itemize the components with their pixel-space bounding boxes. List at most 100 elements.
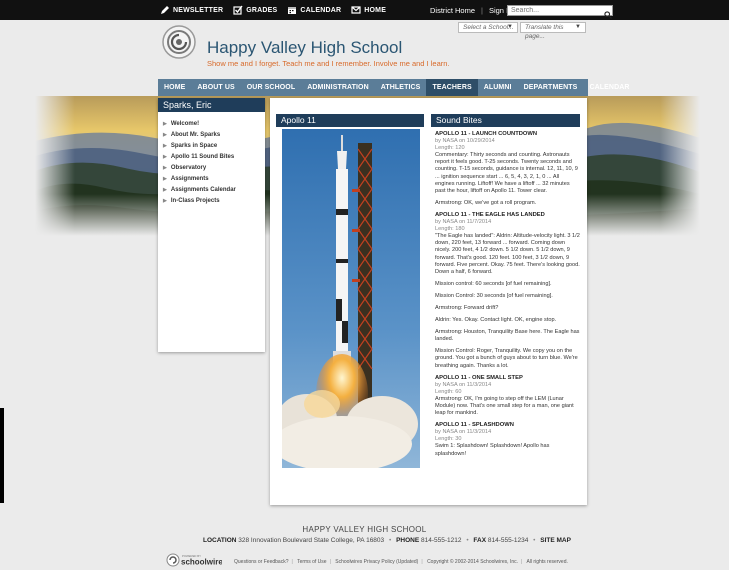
clip-meta: by NASA on 11/3/2014 [435,381,492,388]
grades-link[interactable]: GRADES [233,5,277,15]
divider: • [466,537,469,544]
nav-home[interactable]: HOME [158,79,191,96]
translate-selector-value: Translate this page... [525,24,564,40]
clip-title[interactable]: APOLLO 11 - LAUNCH COUNTDOWN [435,131,580,138]
school-name[interactable]: Happy Valley High School [207,38,402,58]
home-icon [351,5,361,15]
school-logo[interactable] [162,25,196,59]
fax-value: 814-555-1234 [487,537,529,544]
phone-value: 814-555-1212 [421,537,462,544]
clip-title[interactable]: APOLLO 11 - ONE SMALL STEP [435,375,580,382]
school-selector-value: Select a School... [463,24,514,31]
nav-administration[interactable]: ADMINISTRATION [301,79,375,96]
clip-length: Length: 30 [435,436,462,443]
chevron-right-icon: ▶ [163,131,167,138]
calendar-link[interactable]: CALENDAR [287,5,341,15]
clip-text: Armstrong: Forward drift? [435,304,499,311]
clip-title[interactable]: APOLLO 11 - THE EAGLE HAS LANDED [435,212,580,219]
divider: • [533,537,536,544]
site-map-link[interactable]: SITE MAP [540,537,571,544]
sidebar-item-sparks-in-space[interactable]: ▶ Sparks in Space [158,140,265,151]
nav-calendar[interactable]: CALENDAR [583,79,635,96]
search-input[interactable] [507,5,613,16]
sound-bites-list: APOLLO 11 - LAUNCH COUNTDOWN by NASA on … [435,131,580,463]
chevron-right-icon: ▶ [163,197,167,204]
clip-title[interactable]: APOLLO 11 - SPLASHDOWN [435,422,580,429]
clip-meta: by NASA on 11/7/2014 [435,219,492,226]
sidebar-item-assignments-calendar[interactable]: ▶ Assignments Calendar [158,184,265,195]
clip-text: Aldrin: Yes. Okay. Contact light. OK, en… [435,317,557,324]
chevron-right-icon: ▶ [163,153,167,160]
chevron-right-icon: ▶ [163,142,167,149]
phone-label: PHONE [396,537,420,544]
sidebar-item-observatory[interactable]: ▶ Observatory [158,162,265,173]
clip-launch-countdown: APOLLO 11 - LAUNCH COUNTDOWN by NASA on … [435,131,580,207]
nav-teachers[interactable]: TEACHERS [426,79,478,96]
newsletter-link[interactable]: NEWSLETTER [160,5,223,15]
divider: | [481,5,483,15]
main-navigation: HOME ABOUT US OUR SCHOOL ADMINISTRATION … [158,79,629,96]
sidebar-item-label: Assignments Calendar [170,186,236,193]
chevron-right-icon: ▶ [163,164,167,171]
clip-meta: by NASA on 11/3/2014 [435,429,492,436]
sound-bites-title: Sound Bites [431,114,580,127]
nav-alumni[interactable]: ALUMNI [478,79,518,96]
district-home-link[interactable]: District Home [430,6,475,15]
pencil-icon [160,5,170,15]
fax-label: FAX [473,537,487,544]
nav-departments[interactable]: DEPARTMENTS [518,79,584,96]
clip-eagle-landed: APOLLO 11 - THE EAGLE HAS LANDED by NASA… [435,212,580,370]
apollo-rocket-photo [282,129,420,468]
nav-about-us[interactable]: ABOUT US [191,79,240,96]
top-utility-bar: NEWSLETTER GRADES CALENDAR HOME District… [0,0,729,20]
search-icon[interactable] [604,6,612,19]
school-selector[interactable]: Select a School... ▼ [458,22,518,33]
location-label: LOCATION [203,537,237,544]
clip-text: Commentary: Thirty seconds and counting.… [435,152,578,194]
divider: | [329,559,331,565]
divider: | [421,559,423,565]
calendar-icon [287,5,297,15]
sidebar-item-label: About Mr. Sparks [170,131,221,138]
divider: • [388,537,392,544]
rights-text: All rights reserved. [526,559,568,565]
sidebar-item-label: Assignments [170,175,209,182]
sidebar-item-assignments[interactable]: ▶ Assignments [158,173,265,184]
dropdown-arrow-icon: ▼ [575,24,581,30]
clip-length: Length: 60 [435,388,462,395]
terms-link[interactable]: Terms of Use [297,559,326,565]
clip-length: Length: 120 [435,145,465,152]
sidebar-item-label: Welcome! [170,120,200,127]
sidebar-item-welcome[interactable]: ▶ Welcome! [158,118,265,129]
schoolwires-logo[interactable]: POWERED BY schoolwires [166,553,228,567]
top-links: NEWSLETTER GRADES CALENDAR HOME [160,0,386,20]
clip-text: Armstrong: OK, I'm going to step off the… [435,395,574,417]
sidebar-item-label: Apollo 11 Sound Bites [170,153,235,160]
privacy-link[interactable]: Schoolwires Privacy Policy (Updated) [335,559,418,565]
apollo-title: Apollo 11 [276,114,424,127]
school-tagline: Show me and I forget. Teach me and I rem… [207,59,450,68]
footer-school-name: HAPPY VALLEY HIGH SCHOOL [302,525,427,534]
sidebar-item-about[interactable]: ▶ About Mr. Sparks [158,129,265,140]
home-link[interactable]: HOME [351,5,386,15]
chevron-right-icon: ▶ [163,186,167,193]
clip-text: Swim 1: Splashdown! Splashdown! Apollo h… [435,443,550,457]
clip-text: "The Eagle has landed": Aldrin: Altitude… [435,233,580,275]
schoolwires-brand: schoolwires [181,558,222,567]
calendar-label: CALENDAR [300,6,342,14]
dropdown-arrow-icon: ▼ [507,24,513,30]
footer-links: Questions or Feedback? | Terms of Use | Sc… [234,559,568,565]
nav-athletics[interactable]: ATHLETICS [375,79,427,96]
translate-selector[interactable]: Translate this page... ▼ [520,22,586,40]
chevron-right-icon: ▶ [163,120,167,127]
clip-text: Mission control: 60 seconds [of fuel rem… [435,280,552,287]
sidebar-item-in-class-projects[interactable]: ▶ In-Class Projects [158,195,265,206]
sidebar-item-apollo-sound-bites[interactable]: ▶ Apollo 11 Sound Bites [158,151,265,162]
clip-length: Length: 180 [435,226,465,233]
clip-text: Mission Control: 30 seconds [of fuel rem… [435,292,553,299]
feedback-link[interactable]: Questions or Feedback? [234,559,288,565]
chevron-right-icon: ▶ [163,175,167,182]
copyright-text: Copyright © 2002-2014 Schoolwires, Inc. [427,559,519,565]
nav-our-school[interactable]: OUR SCHOOL [241,79,301,96]
clip-one-small-step: APOLLO 11 - ONE SMALL STEP by NASA on 11… [435,375,580,418]
